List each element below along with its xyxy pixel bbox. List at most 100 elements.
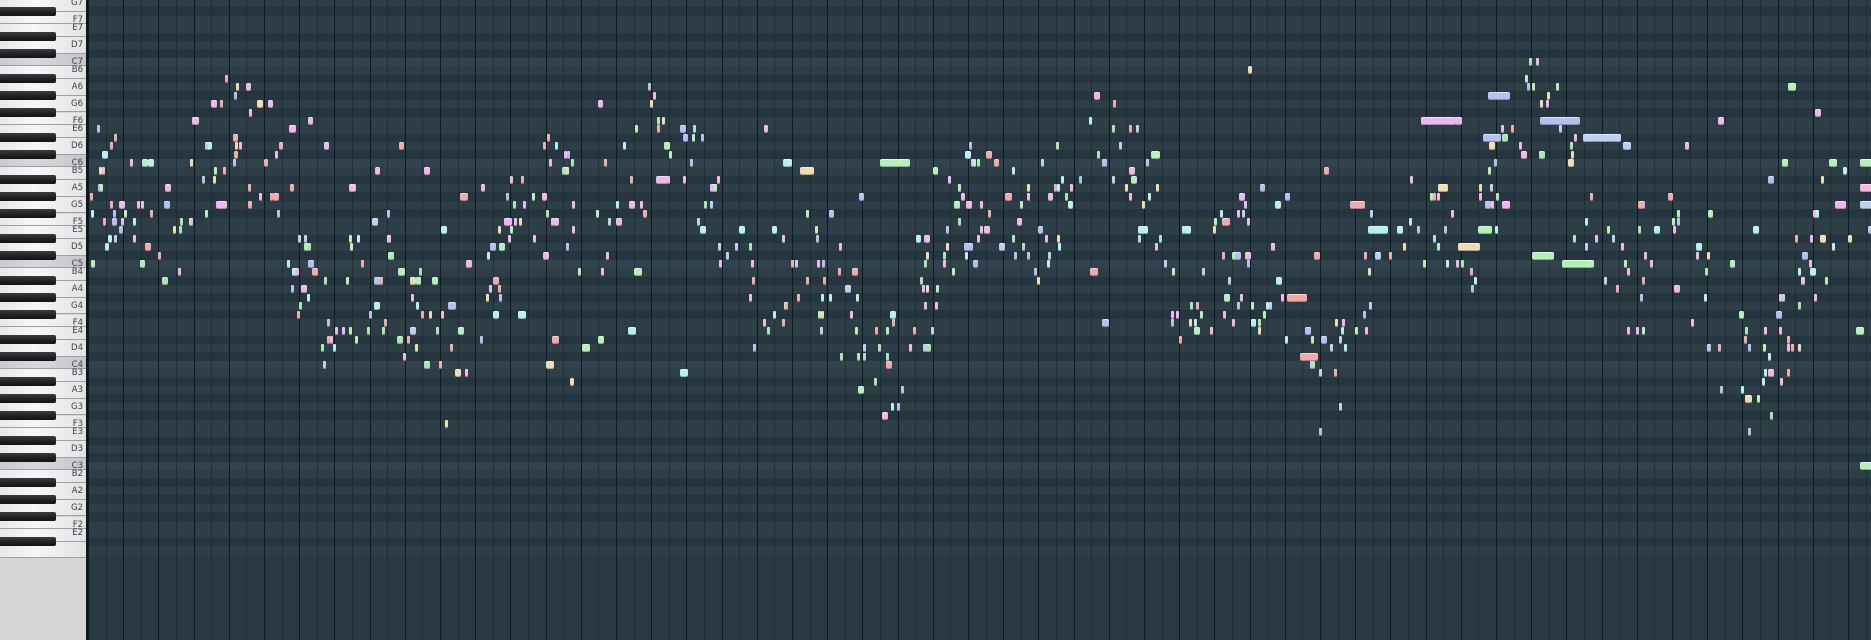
midi-note[interactable] [1437, 192, 1441, 201]
midi-note[interactable] [1594, 234, 1598, 243]
midi-note[interactable] [323, 276, 327, 285]
midi-note[interactable] [1078, 175, 1082, 184]
midi-note[interactable] [1364, 251, 1368, 260]
midi-note[interactable] [1568, 159, 1574, 167]
midi-note[interactable] [439, 361, 443, 369]
midi-note[interactable] [509, 226, 513, 235]
midi-note[interactable] [965, 251, 969, 260]
midi-note[interactable] [552, 335, 559, 344]
midi-note[interactable] [312, 268, 319, 277]
piano-black-key[interactable] [0, 436, 56, 446]
midi-note[interactable] [1531, 83, 1535, 92]
piano-black-key[interactable] [0, 32, 56, 42]
midi-note[interactable] [1756, 394, 1760, 403]
midi-note[interactable] [912, 327, 916, 336]
midi-note[interactable] [815, 234, 819, 243]
midi-note[interactable] [290, 184, 294, 193]
midi-note[interactable] [886, 327, 890, 336]
midi-note[interactable] [1090, 268, 1098, 277]
midi-note[interactable] [994, 159, 999, 167]
midi-note[interactable] [1637, 226, 1641, 235]
midi-note[interactable] [616, 217, 623, 226]
midi-note[interactable] [1250, 302, 1254, 311]
midi-note[interactable] [858, 386, 865, 395]
midi-note[interactable] [239, 142, 243, 151]
midi-note[interactable] [1829, 159, 1837, 167]
midi-note[interactable] [1046, 260, 1050, 268]
midi-note[interactable] [1068, 201, 1073, 210]
midi-note[interactable] [1138, 226, 1148, 235]
midi-note[interactable] [124, 209, 128, 218]
midi-note[interactable] [334, 327, 338, 336]
midi-note[interactable] [849, 310, 853, 319]
midi-note[interactable] [699, 226, 706, 235]
piano-black-key[interactable] [0, 377, 56, 387]
midi-note[interactable] [709, 201, 713, 210]
midi-note[interactable] [486, 293, 490, 302]
midi-note[interactable] [1224, 293, 1231, 302]
midi-note[interactable] [973, 159, 977, 167]
midi-note[interactable] [248, 108, 252, 117]
midi-note[interactable] [1802, 251, 1808, 260]
midi-note[interactable] [1860, 462, 1871, 470]
midi-note[interactable] [1344, 344, 1348, 353]
midi-note[interactable] [1118, 142, 1122, 151]
midi-note[interactable] [1033, 268, 1037, 277]
midi-note[interactable] [444, 419, 448, 428]
midi-note[interactable] [1048, 192, 1053, 201]
midi-note[interactable] [354, 335, 358, 344]
piano-black-key[interactable] [0, 91, 56, 101]
midi-note[interactable] [1243, 201, 1247, 210]
midi-note[interactable] [211, 100, 217, 109]
midi-note[interactable] [1527, 83, 1531, 92]
midi-note[interactable] [1638, 201, 1645, 210]
piano-black-key[interactable] [0, 250, 56, 261]
midi-note[interactable] [189, 217, 193, 226]
midi-note[interactable] [969, 142, 973, 151]
midi-note[interactable] [1779, 327, 1783, 336]
piano-black-key[interactable] [0, 133, 56, 143]
midi-note[interactable] [112, 217, 117, 226]
midi-note[interactable] [1571, 150, 1575, 159]
midi-note[interactable] [1809, 234, 1813, 243]
midi-note[interactable] [595, 209, 599, 218]
midi-note[interactable] [796, 293, 800, 302]
midi-note[interactable] [1220, 209, 1224, 218]
midi-note[interactable] [1502, 201, 1510, 210]
midi-note[interactable] [1747, 428, 1751, 437]
midi-note[interactable] [894, 159, 900, 167]
midi-note[interactable] [499, 243, 506, 252]
midi-note[interactable] [1027, 192, 1031, 201]
midi-note[interactable] [1768, 369, 1775, 378]
midi-note[interactable] [1222, 217, 1230, 226]
midi-note[interactable] [272, 192, 279, 201]
midi-note[interactable] [375, 167, 380, 176]
midi-note[interactable] [1556, 83, 1560, 92]
midi-note[interactable] [1488, 142, 1495, 151]
midi-note[interactable] [1744, 394, 1748, 403]
midi-note[interactable] [976, 234, 980, 243]
midi-note[interactable] [1305, 327, 1312, 336]
midi-note[interactable] [885, 352, 889, 361]
midi-note[interactable] [1200, 310, 1204, 319]
midi-note[interactable] [418, 276, 422, 285]
midi-note[interactable] [628, 327, 636, 336]
midi-note[interactable] [1397, 226, 1403, 235]
midi-note[interactable] [1832, 243, 1836, 252]
midi-note[interactable] [1129, 167, 1136, 176]
midi-note[interactable] [966, 201, 973, 210]
midi-note[interactable] [1038, 226, 1043, 235]
midi-note[interactable] [749, 243, 753, 252]
midi-note[interactable] [820, 293, 824, 302]
midi-note[interactable] [1129, 125, 1133, 134]
midi-note[interactable] [497, 285, 501, 294]
midi-note[interactable] [102, 150, 109, 159]
midi-note[interactable] [1501, 133, 1508, 142]
midi-note[interactable] [916, 234, 921, 243]
midi-note[interactable] [1761, 377, 1765, 386]
midi-note[interactable] [381, 327, 385, 336]
midi-note[interactable] [662, 116, 666, 125]
midi-note[interactable] [303, 234, 307, 243]
midi-note[interactable] [1860, 159, 1871, 167]
midi-note[interactable] [1612, 234, 1616, 243]
